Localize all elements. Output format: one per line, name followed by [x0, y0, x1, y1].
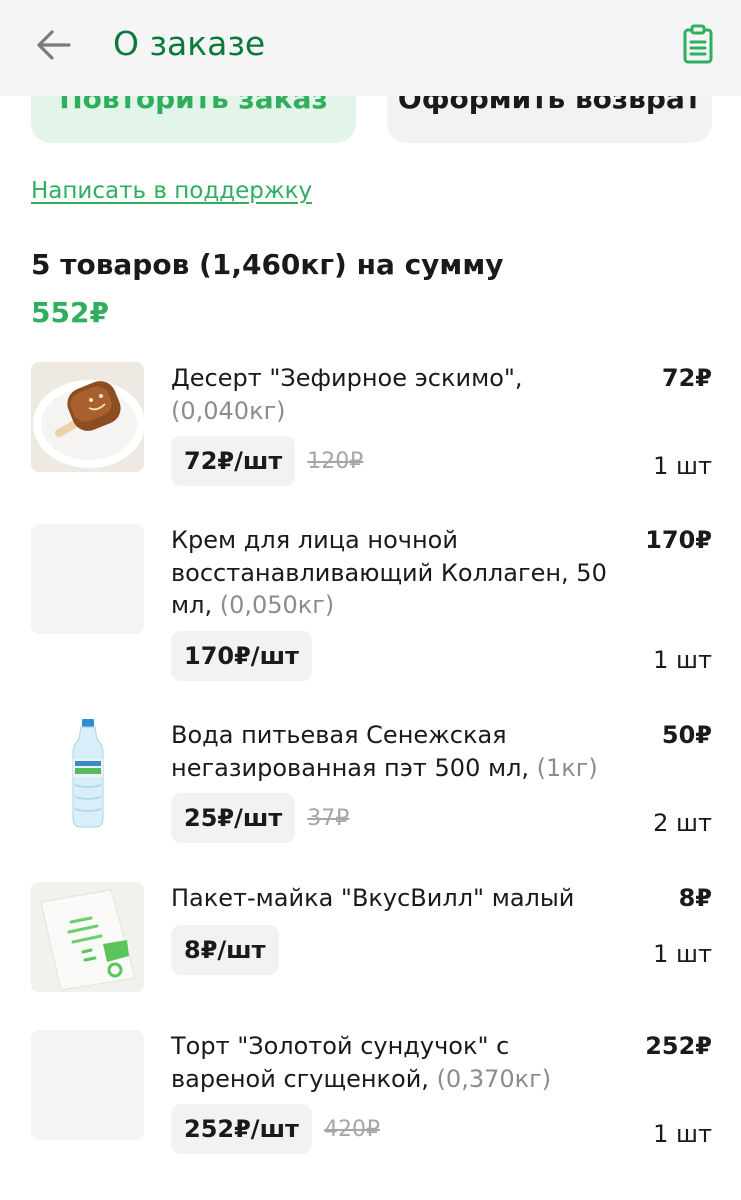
item-quantity: 1 шт: [653, 646, 712, 674]
price-row: 170₽/шт: [171, 631, 312, 681]
water-bottle-image: [31, 719, 144, 829]
unit-price: 25₽/шт: [171, 793, 296, 843]
support-link[interactable]: Написать в поддержку: [31, 178, 312, 204]
item-name: Десерт "Зефирное эскимо", (0,040кг): [171, 364, 523, 425]
item-total: 8₽: [678, 884, 712, 912]
old-price: 120₽: [307, 448, 364, 474]
app-header: О заказе: [0, 0, 741, 96]
ice-cream-image: [31, 362, 144, 472]
order-total: 552₽: [31, 296, 109, 329]
item-name: Торт "Золотой сундучок" с вареной сгущен…: [171, 1032, 552, 1093]
item-quantity: 1 шт: [653, 452, 712, 480]
page-title: О заказе: [113, 24, 266, 63]
item-quantity: 1 шт: [653, 940, 712, 968]
item-quantity: 1 шт: [653, 1120, 712, 1148]
price-row: 252₽/шт 420₽: [171, 1104, 380, 1154]
item-name: Крем для лица ночной восстанавливающий К…: [171, 526, 607, 619]
plastic-bag-image: [31, 882, 144, 992]
receipt-icon[interactable]: [680, 24, 716, 64]
item-quantity: 2 шт: [653, 809, 712, 837]
item-name: Пакет-майка "ВкусВилл" малый: [171, 884, 575, 912]
product-image-placeholder: [31, 524, 144, 634]
unit-price: 170₽/шт: [171, 631, 312, 681]
old-price: 37₽: [307, 805, 350, 831]
back-arrow-icon[interactable]: [33, 24, 75, 66]
item-total: 50₽: [661, 721, 712, 749]
product-image-placeholder: [31, 1030, 144, 1140]
unit-price: 72₽/шт: [171, 436, 296, 486]
unit-price: 252₽/шт: [171, 1104, 312, 1154]
item-total: 170₽: [645, 526, 712, 554]
order-summary: 5 товаров (1,460кг) на сумму: [31, 248, 504, 281]
price-row: 25₽/шт 37₽: [171, 793, 349, 843]
item-total: 252₽: [645, 1032, 712, 1060]
old-price: 420₽: [323, 1116, 380, 1142]
unit-price: 8₽/шт: [171, 925, 279, 975]
price-row: 72₽/шт 120₽: [171, 436, 363, 486]
price-row: 8₽/шт: [171, 925, 279, 975]
item-name: Вода питьевая Сенежская негазированная п…: [171, 721, 598, 782]
item-total: 72₽: [661, 364, 712, 392]
